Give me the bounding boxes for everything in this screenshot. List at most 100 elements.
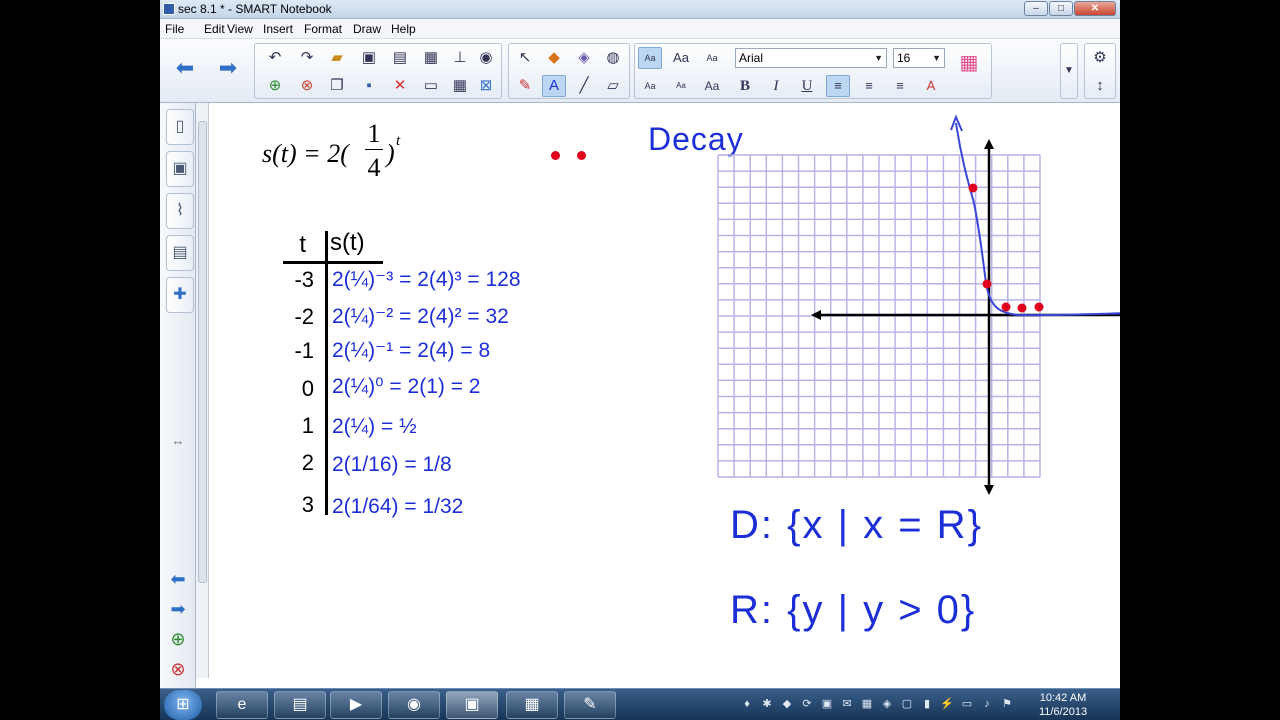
menu-file[interactable]: File: [165, 22, 184, 36]
tray-icon[interactable]: ✉: [840, 697, 854, 711]
volume-icon[interactable]: ♪: [980, 697, 994, 711]
fill-icon[interactable]: ◍: [601, 47, 625, 69]
align-right-icon[interactable]: ≡: [888, 75, 912, 97]
align-left-icon[interactable]: ≡: [826, 75, 850, 97]
file-explorer-icon[interactable]: ▤: [274, 691, 326, 719]
decay-graph: [717, 114, 1120, 495]
sync-icon[interactable]: ⟳: [800, 697, 814, 711]
network-icon[interactable]: ▮: [920, 697, 934, 711]
sidebar-next-icon[interactable]: ➡: [166, 599, 190, 620]
bluetooth-icon[interactable]: ✱: [760, 697, 774, 711]
font-family-select[interactable]: Arial ▼: [735, 48, 887, 68]
addons-tab-icon[interactable]: ✚: [166, 277, 194, 313]
text-style-1[interactable]: Aa: [638, 47, 662, 69]
scrollbar-thumb[interactable]: [198, 121, 207, 583]
media-player-icon[interactable]: ▶: [330, 691, 382, 719]
select-icon[interactable]: ↖: [513, 47, 537, 69]
document-camera-taskbar-icon[interactable]: ▦: [506, 691, 558, 719]
bold-button[interactable]: B: [733, 75, 757, 97]
align-center-icon[interactable]: ≡: [857, 75, 881, 97]
tray-icon[interactable]: ◆: [780, 697, 794, 711]
previous-page-icon[interactable]: ⬅: [172, 57, 198, 79]
action-center-icon[interactable]: ⚑: [1000, 697, 1014, 711]
menu-draw[interactable]: Draw: [353, 22, 381, 36]
menu-view[interactable]: View: [227, 22, 253, 36]
toolbar-position-icon[interactable]: ↕: [1088, 75, 1112, 97]
chevron-down-icon[interactable]: ▼: [1057, 60, 1081, 82]
eraser-icon[interactable]: ◈: [572, 47, 596, 69]
standard-tools-group: ↶ ↷ ▰ ▣ ▤ ▦ ⊥ ◉ ⊕ ⊗ ❐ ▪ ✕ ▭ ▦ ⊠: [254, 43, 502, 99]
save-icon[interactable]: ▪: [357, 75, 381, 97]
italic-button[interactable]: I: [764, 75, 788, 97]
chrome-icon[interactable]: ◉: [388, 691, 440, 719]
tray-icon[interactable]: ▦: [860, 697, 874, 711]
sidebar-delete-page-icon[interactable]: ⊗: [166, 659, 190, 680]
text-style-3[interactable]: Aa: [700, 47, 724, 69]
clock-date: 11/6/2013: [1038, 706, 1088, 718]
tray-icon[interactable]: ▣: [820, 697, 834, 711]
full-screen-icon[interactable]: ⊠: [474, 75, 498, 97]
text-format-icon[interactable]: A: [919, 75, 943, 97]
underline-button[interactable]: U: [795, 75, 819, 97]
text-style-4[interactable]: Aa: [638, 75, 662, 97]
clock[interactable]: 10:42 AM 11/6/2013: [1028, 691, 1098, 719]
gallery-tab-icon[interactable]: ▣: [166, 151, 194, 187]
sidebar-previous-icon[interactable]: ⬅: [166, 569, 190, 590]
move-sidebar-icon[interactable]: ↔: [166, 433, 190, 448]
clone-icon[interactable]: ❐: [325, 75, 349, 97]
text-tool-icon[interactable]: A: [542, 75, 566, 97]
menu-help[interactable]: Help: [391, 22, 416, 36]
tray-icon[interactable]: ◈: [880, 697, 894, 711]
insert-table-icon[interactable]: ▦: [448, 75, 472, 97]
minimize-button[interactable]: –: [1024, 1, 1048, 16]
toolbar-overflow[interactable]: ▼: [1060, 43, 1078, 99]
text-style-2[interactable]: Aa: [669, 47, 693, 69]
tray-icon[interactable]: ♦: [740, 697, 754, 711]
color-palette-icon[interactable]: ▦: [953, 52, 985, 84]
open-file-icon[interactable]: ▰: [325, 47, 349, 69]
attachments-tab-icon[interactable]: ⌇: [166, 193, 194, 229]
smart-notebook-taskbar-icon[interactable]: ▣: [446, 691, 498, 719]
menu-edit[interactable]: Edit: [204, 22, 225, 36]
gear-icon[interactable]: ⚙: [1088, 47, 1112, 69]
next-page-icon[interactable]: ➡: [215, 57, 241, 79]
tray-icon[interactable]: ▭: [960, 697, 974, 711]
sidebar-add-page-icon[interactable]: ⊕: [166, 629, 190, 650]
font-size-select[interactable]: 16 ▼: [893, 48, 945, 68]
text-style-5[interactable]: Aa: [669, 75, 693, 97]
close-button[interactable]: ✕: [1074, 1, 1116, 16]
clock-time: 10:42 AM: [1039, 692, 1087, 704]
pens-icon[interactable]: ✎: [513, 75, 537, 97]
font-family-value: Arial: [739, 51, 764, 65]
tray-icon[interactable]: ▢: [900, 697, 914, 711]
properties-tab-icon[interactable]: ▤: [166, 235, 194, 271]
screen-shade-icon[interactable]: ▭: [419, 75, 443, 97]
page-sorter-tab-icon[interactable]: ▯: [166, 109, 194, 145]
smart-notebook-window: sec 8.1 * - SMART Notebook – □ ✕ File Ed…: [160, 0, 1120, 688]
line-icon[interactable]: ╱: [572, 75, 596, 97]
paste-icon[interactable]: ▤: [388, 47, 412, 69]
redo-icon[interactable]: ↷: [295, 47, 319, 69]
app-icon: [163, 3, 175, 15]
recorder-taskbar-icon[interactable]: ✎: [564, 691, 616, 719]
undo-icon[interactable]: ↶: [263, 47, 287, 69]
measurement-tools-icon[interactable]: ◉: [474, 47, 498, 69]
delete-icon[interactable]: ✕: [388, 75, 412, 97]
vertical-scrollbar[interactable]: [196, 103, 209, 678]
maximize-button[interactable]: □: [1049, 1, 1073, 16]
document-camera-icon[interactable]: ▦: [419, 47, 443, 69]
internet-explorer-icon[interactable]: e: [216, 691, 268, 719]
highlighter-icon[interactable]: ▱: [601, 75, 625, 97]
power-icon[interactable]: ⚡: [940, 697, 954, 711]
screen-capture-icon[interactable]: ▣: [357, 47, 381, 69]
ruler-icon[interactable]: ⊥: [448, 47, 472, 69]
text-style-6[interactable]: Aa: [700, 75, 724, 97]
start-button[interactable]: ⊞: [164, 690, 202, 720]
notebook-page[interactable]: s(t) = 2( 1 4 ) t t s(t) -3 -2 -1 0 1 2 …: [210, 103, 1120, 688]
shapes-icon[interactable]: ◆: [542, 47, 566, 69]
add-page-icon[interactable]: ⊕: [263, 75, 287, 97]
menu-insert[interactable]: Insert: [263, 22, 293, 36]
delete-page-icon[interactable]: ⊗: [295, 75, 319, 97]
menu-format[interactable]: Format: [304, 22, 342, 36]
side-tab-bar: ▯ ▣ ⌇ ▤ ✚ ↔ ⬅ ➡ ⊕ ⊗: [160, 103, 196, 688]
